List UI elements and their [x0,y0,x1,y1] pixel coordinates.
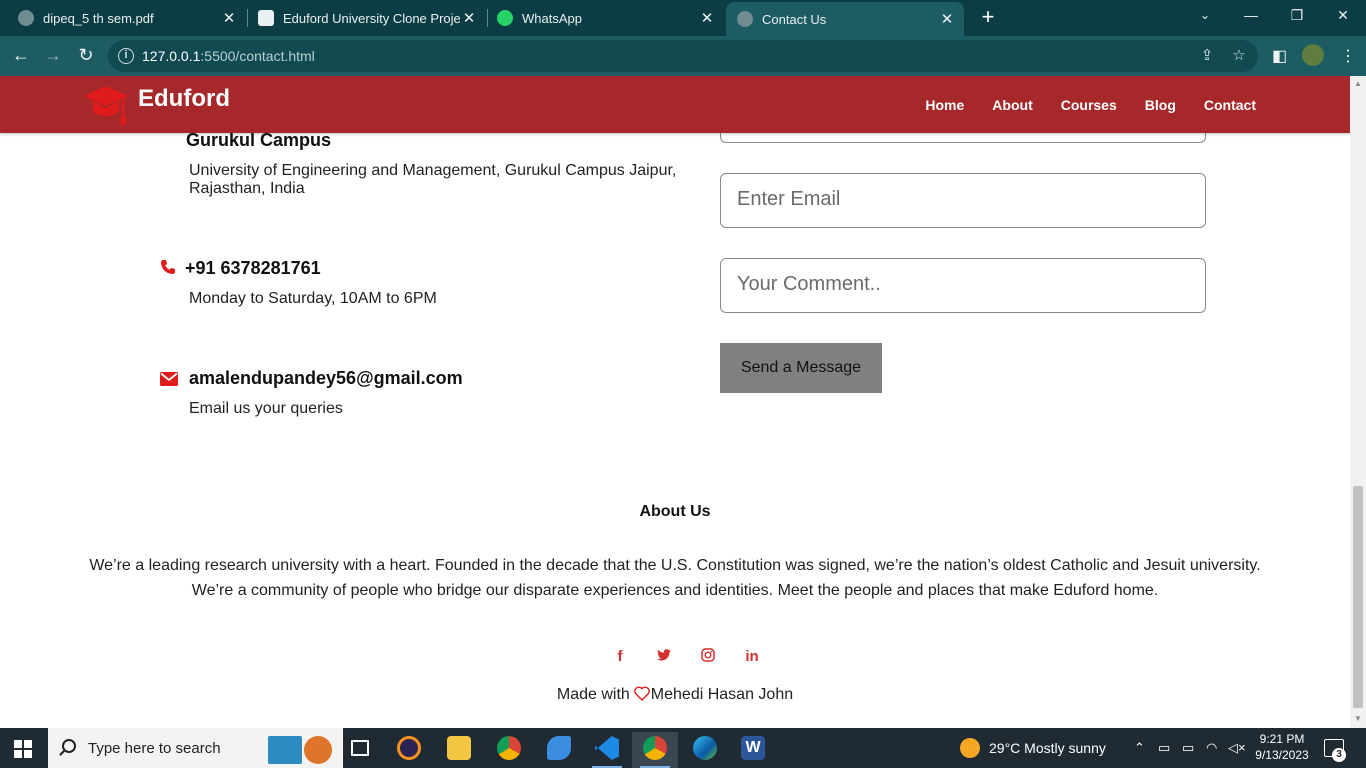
globe-icon [18,10,34,26]
clock-time: 9:21 PM [1259,732,1305,746]
nav-about[interactable]: About [992,97,1032,113]
url-path: :5500/contact.html [200,48,315,64]
page-scrollbar[interactable]: ▲ ▼ [1350,76,1366,728]
email-address: amalendupandey56@gmail.com [189,368,463,388]
vscode-icon[interactable] [584,732,630,768]
social-links: f in [598,648,774,666]
nav-home[interactable]: Home [925,97,964,113]
menu-dots-icon[interactable]: ⋮ [1340,46,1356,66]
tab-title: dipeq_5 th sem.pdf [43,10,154,26]
sun-cloud-icon [960,738,980,758]
address-bar[interactable]: i 127.0.0.1:5500/contact.html ⇪ ☆ [108,40,1258,72]
back-button[interactable]: ← [8,44,34,68]
close-icon[interactable]: ✕ [220,9,238,27]
facebook-icon[interactable]: f [598,648,642,666]
volume-muted-icon[interactable]: ◁× [1228,728,1246,768]
linkedin-icon[interactable]: in [730,648,774,666]
word-icon[interactable]: W [730,732,776,768]
bird-app-icon[interactable] [536,732,582,768]
windows-start-icon[interactable] [14,740,32,758]
meet-now-icon[interactable]: ▭ [1158,728,1170,768]
search-highlight-icon[interactable] [262,732,340,768]
url-text[interactable]: 127.0.0.1:5500/contact.html [142,48,315,64]
side-panel-icon[interactable]: ◧ [1272,46,1287,66]
chrome-active-icon[interactable] [632,732,678,768]
made-with-line: Made with Mehedi Hasan John [0,686,1350,706]
twitter-icon[interactable] [642,648,686,666]
phone-icon [160,259,176,280]
tab-title: Eduford University Clone Project [283,10,460,26]
reload-button[interactable]: ↻ [73,44,99,68]
system-clock[interactable]: 9:21 PM 9/13/2023 [1252,731,1312,763]
task-view-icon[interactable] [338,732,384,768]
site-logo[interactable]: Eduford [82,82,230,126]
brand-name: Eduford [138,85,230,112]
scroll-thumb[interactable] [1353,486,1363,708]
edge-icon[interactable] [682,732,728,768]
bookmark-star-icon[interactable]: ☆ [1230,47,1248,65]
about-text: We’re a leading research university with… [89,557,1261,599]
envelope-icon [160,372,178,391]
eclipse-icon[interactable] [386,732,432,768]
nav-contact[interactable]: Contact [1204,97,1256,113]
notification-count-badge: 3 [1332,748,1346,762]
about-title: About Us [639,503,711,520]
tab-whatsapp[interactable]: WhatsApp ✕ [488,0,724,36]
weather-widget[interactable]: 29°C Mostly sunny [960,728,1106,768]
info-icon[interactable]: i [118,48,134,64]
tab-search-chevron-icon[interactable]: ⌄ [1182,0,1228,32]
tab-contact-us[interactable]: Contact Us ✕ [726,2,964,36]
share-icon[interactable]: ⇪ [1198,47,1216,65]
comment-field[interactable]: Your Comment.. [720,258,1206,313]
close-window-button[interactable]: ✕ [1320,0,1366,32]
chrome-icon[interactable] [486,732,532,768]
made-with-text: Made with [556,686,630,703]
whatsapp-icon [497,10,513,26]
tab-title: Contact Us [762,11,827,27]
close-icon[interactable]: ✕ [460,9,478,27]
url-host: 127.0.0.1 [142,48,201,64]
close-icon[interactable]: ✕ [698,9,716,27]
browser-tab-bar: dipeq_5 th sem.pdf ✕ Eduford University … [0,0,1366,36]
battery-icon[interactable]: ▭ [1182,728,1194,768]
forward-button[interactable]: → [40,44,66,68]
scroll-down-icon[interactable]: ▼ [1354,714,1362,723]
graduation-cap-icon [82,82,130,126]
new-tab-button[interactable]: + [976,6,1000,30]
nav-courses[interactable]: Courses [1061,97,1117,113]
search-placeholder: Type here to search [88,740,221,757]
page-viewport: Eduford Home About Courses Blog Contact … [0,76,1350,728]
tray-chevron-icon[interactable]: ⌃ [1134,728,1145,768]
nav-blog[interactable]: Blog [1145,97,1176,113]
instagram-icon[interactable] [686,648,730,666]
restore-button[interactable]: ❐ [1274,0,1320,32]
wifi-icon[interactable]: ◠ [1206,728,1217,768]
chatgpt-icon [258,10,274,26]
globe-icon [737,11,753,27]
file-explorer-icon[interactable] [436,732,482,768]
send-message-button[interactable]: Send a Message [720,343,882,393]
campus-title: Gurukul Campus [186,130,332,150]
author-name: Mehedi Hasan John [650,686,794,703]
tab-eduford-project[interactable]: Eduford University Clone Project ✕ [248,0,486,36]
address-toolbar: ← → ↻ i 127.0.0.1:5500/contact.html ⇪ ☆ … [0,36,1366,76]
tab-title: WhatsApp [522,10,582,26]
minimize-button[interactable]: — [1228,0,1274,32]
campus-address: University of Engineering and Management… [189,162,677,197]
scroll-up-icon[interactable]: ▲ [1354,79,1362,88]
weather-text: 29°C Mostly sunny [989,740,1106,756]
site-navbar: Eduford Home About Courses Blog Contact [0,76,1350,133]
tab-pdf[interactable]: dipeq_5 th sem.pdf ✕ [0,0,246,36]
windows-taskbar: Type here to search W 29°C Mostly sunny … [0,728,1366,768]
clock-date: 9/13/2023 [1255,748,1309,762]
email-note: Email us your queries [189,400,343,417]
email-field[interactable]: Enter Email [720,173,1206,228]
phone-number: +91 6378281761 [185,258,321,278]
main-menu: Home About Courses Blog Contact [925,97,1256,113]
heart-icon [633,686,650,706]
close-icon[interactable]: ✕ [938,10,956,28]
profile-avatar[interactable] [1302,44,1324,66]
phone-hours: Monday to Saturday, 10AM to 6PM [189,290,437,307]
search-icon [62,739,76,753]
